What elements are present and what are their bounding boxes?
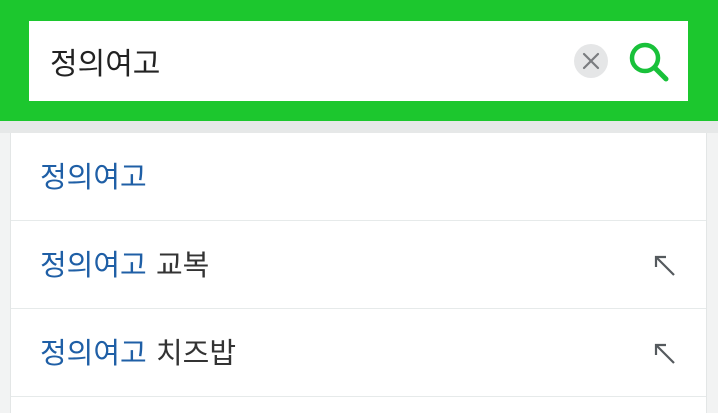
header-divider — [0, 121, 718, 133]
suggestion-text: 정의여고 치즈밥 — [40, 335, 236, 371]
search-button[interactable] — [626, 39, 672, 85]
search-icon — [629, 42, 669, 82]
fill-query-button[interactable] — [653, 342, 677, 366]
search-input[interactable] — [50, 39, 570, 83]
suggestion-rest: 치즈밥 — [146, 336, 236, 370]
suggestion-match: 정의여고 — [40, 160, 147, 194]
suggestion-text: 정의여고 교복 — [40, 247, 209, 283]
suggestion-match: 정의여고 — [40, 336, 147, 370]
suggestion-item[interactable]: 정의여고 — [11, 133, 706, 221]
suggestion-item[interactable]: 정의여고 교복 — [11, 221, 706, 309]
clear-button[interactable] — [574, 44, 608, 78]
suggestion-list: 정의여고 정의여고 교복 정의여고 치즈밥 — [10, 133, 707, 413]
close-icon — [582, 52, 600, 70]
search-box — [29, 21, 688, 101]
suggestion-text: 정의여고 — [40, 159, 147, 195]
suggestion-rest: 교복 — [146, 248, 210, 282]
suggestion-item[interactable]: 정의여고 치즈밥 — [11, 309, 706, 397]
fill-query-button[interactable] — [653, 254, 677, 278]
arrow-up-left-icon — [654, 343, 675, 364]
suggestion-match: 정의여고 — [40, 248, 147, 282]
arrow-up-left-icon — [654, 255, 675, 276]
